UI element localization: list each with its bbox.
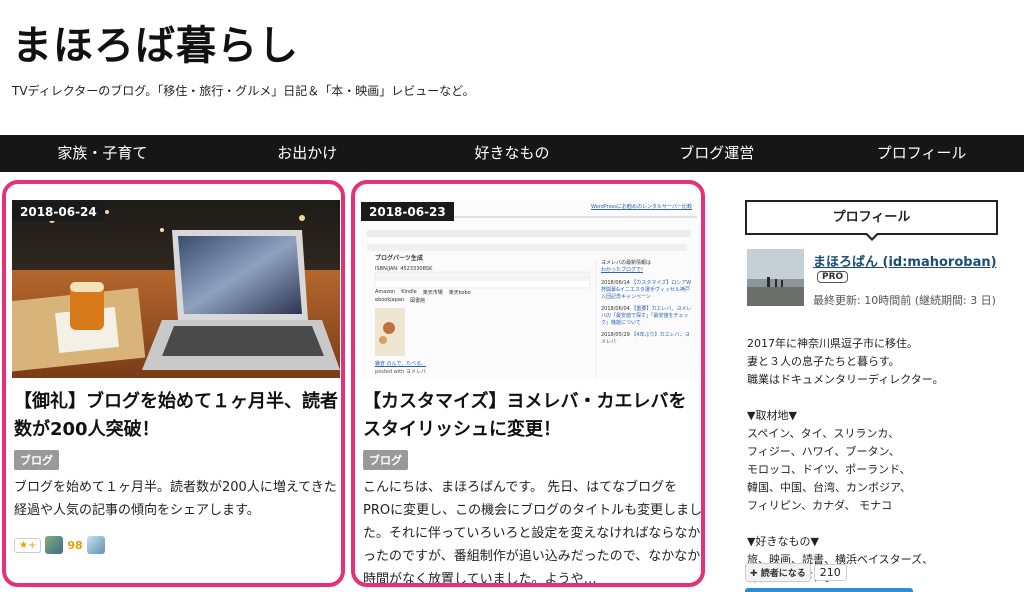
add-star-button[interactable]: ★+ (14, 537, 42, 553)
entry-date: 2018-06-23 (361, 202, 454, 221)
profile-name-link[interactable]: まほろばん (id:mahoroban) (813, 251, 997, 270)
screenshot-check-rakuten: 楽天市場 (422, 290, 443, 296)
category-tag[interactable]: ブログ (363, 450, 408, 470)
screenshot-side-entry: 2018/06/04 【重要】カエレバ、ヨメレバの「最安値で探す」「最安値をチェ… (601, 306, 692, 326)
site-title[interactable]: まほろば暮らし (12, 18, 299, 74)
category-tag[interactable]: ブログ (14, 450, 59, 470)
star-user-icon[interactable] (86, 536, 105, 554)
share-button-strip[interactable] (745, 588, 913, 592)
entry-excerpt: ブログを始めて１ヶ月半。読者数が200人に増えてきた経過や人気の記事の傾向をシェ… (14, 480, 337, 518)
site-description: TVディレクターのブログ。「移住・旅行・グルメ」日記＆「本・映画」レビューなど。 (12, 84, 475, 98)
star-user-icon[interactable] (45, 536, 64, 554)
nav-item-profile[interactable]: プロフィール (819, 135, 1024, 172)
entry-title[interactable]: 【カスタマイズ】ヨメレバ・カエレバをスタイリッシュに変更！ (363, 388, 701, 444)
subscribe-button[interactable]: ✚ 読者になる (745, 563, 811, 582)
screenshot-checkboxes-2: ebookjapan 図書館 (375, 297, 425, 304)
nav-item-family[interactable]: 家族・子育て (0, 135, 205, 172)
screenshot-side-entry: 2018/05/29 【4年ぶり】カエレバ、ヨメレバ (601, 332, 690, 345)
nav-item-outings[interactable]: お出かけ (205, 135, 410, 172)
areas-line: フィジー、ハワイ、ブータン、 (747, 445, 900, 458)
laptop-beer-photo (12, 200, 340, 378)
hatena-star-row: ★+ 98 (14, 536, 105, 554)
bio-line: 妻と３人の息子たちと暮らす。 (747, 355, 900, 368)
entry-title[interactable]: 【御礼】ブログを始めて１ヶ月半、読者数が200人突破！ (14, 388, 340, 444)
screenshot-side-panel: ヨメレバの最新情報は わかったブログで! 2018/06/14 【カスタマイズ】… (601, 260, 693, 346)
entry-thumbnail[interactable]: WordPressにお勧めのレンタルサーバー比較 ブログパーツ生成 ISBN/J… (361, 200, 697, 378)
star-count[interactable]: 98 (67, 539, 82, 552)
areas-line: モロッコ、ドイツ、ポーランド、 (747, 463, 911, 476)
screenshot-side-link: わかったブログで! (601, 267, 644, 273)
screenshot-isbn: ISBN/JAN: 4523330BSK (375, 266, 433, 272)
entry-card[interactable]: WordPressにお勧めのレンタルサーバー比較 ブログパーツ生成 ISBN/J… (351, 180, 705, 587)
entry-date: 2018-06-24 (12, 202, 105, 221)
screenshot-posted-with: posted with ヨメレバ (375, 369, 426, 375)
screenshot-check-amazon: Amazon (375, 289, 396, 295)
beach-avatar-photo (747, 249, 804, 306)
nav-item-blog[interactable]: ブログ運営 (614, 135, 819, 172)
screenshot-banner: WordPressにお勧めのレンタルサーバー比較 (591, 204, 692, 210)
screenshot-ebookjapan: ebookjapan (375, 297, 405, 303)
bio-line: 2017年に神奈川県逗子市に移住。 (747, 337, 918, 350)
subscribe-label: 読者になる (760, 569, 806, 579)
pro-badge: PRO (817, 271, 849, 283)
screenshot-side-entry: 2018/06/14 【カスタマイズ】ロシアW杯開幕&イニエスタ選手ヴィッセル神… (601, 280, 692, 300)
screenshot-book-title: 鎌倉 のんで、たべる。 (375, 361, 427, 367)
likes-heading: ▼好きなもの▼ (747, 535, 819, 548)
areas-line: スペイン、タイ、スリランカ、 (747, 427, 900, 440)
sidebar-heading: プロフィール (745, 200, 998, 235)
entry-excerpt: こんにちは、まほろばんです。 先日、はてなブログをPROに変更し、この機会にブロ… (363, 480, 703, 587)
screenshot-section-title: ブログパーツ生成 (375, 255, 423, 262)
screenshot-check-kindle: Kindle (401, 289, 417, 295)
profile-bio: 2017年に神奈川県逗子市に移住。 妻と３人の息子たちと暮らす。 職業はドキュメ… (747, 335, 1002, 587)
screenshot-checkboxes: Amazon Kindle 楽天市場 楽天kobo (375, 289, 471, 296)
entry-thumbnail[interactable] (12, 200, 340, 378)
heading-notch-inner (867, 233, 877, 238)
last-updated: 最終更新: 10時間前 (継続期間: 3 日) (813, 294, 996, 307)
areas-line: フィリピン、カナダ、 モナコ (747, 499, 893, 512)
plus-icon: ✚ (750, 569, 761, 579)
screenshot-shelf: 図書館 (410, 298, 426, 304)
areas-line: 韓国、中国、台湾、カンボジア、 (747, 481, 911, 494)
site-header: まほろば暮らし TVディレクターのブログ。「移住・旅行・グルメ」日記＆「本・映画… (0, 0, 1024, 135)
subscribe-row: ✚ 読者になる 210 (745, 563, 847, 582)
global-nav: 家族・子育て お出かけ 好きなもの ブログ運営 プロフィール (0, 135, 1024, 172)
screenshot-check-kobo: 楽天kobo (448, 290, 471, 296)
reader-count: 210 (813, 564, 847, 581)
areas-heading: ▼取材地▼ (747, 409, 797, 422)
entry-card[interactable]: 2018-06-24 【御礼】ブログを始めて１ヶ月半、読者数が200人突破！ ブ… (2, 180, 345, 587)
nav-item-favorites[interactable]: 好きなもの (410, 135, 615, 172)
avatar[interactable] (747, 249, 804, 306)
screenshot-side-head: ヨメレバの最新情報は (601, 260, 652, 266)
bio-line: 職業はドキュメンタリーディレクター。 (747, 373, 944, 386)
